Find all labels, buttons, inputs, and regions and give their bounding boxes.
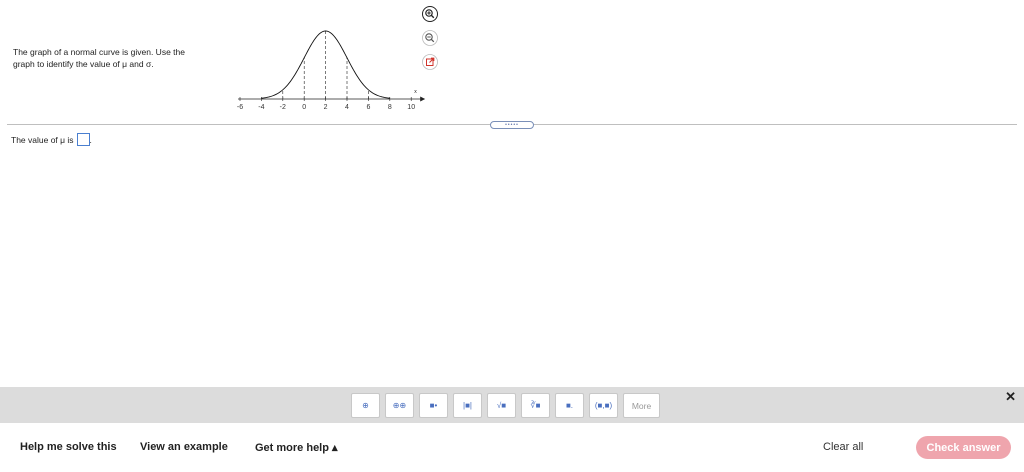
question-line-2: graph to identify the value of μ and σ. bbox=[13, 58, 154, 69]
x-tick-label: 4 bbox=[345, 104, 349, 111]
exponent-button[interactable]: ■• bbox=[419, 393, 448, 418]
get-more-help-link[interactable]: Get more help ▴ bbox=[255, 441, 338, 454]
normal-curve-graph: x -6 -4 -2 0 2 4 6 8 10 bbox=[237, 30, 426, 111]
x-tick-label: 8 bbox=[388, 104, 392, 111]
x-tick-label: -2 bbox=[280, 104, 286, 111]
answer-prefix: The value of μ is bbox=[11, 134, 74, 145]
mu-answer-input[interactable] bbox=[76, 133, 90, 146]
answer-row: The value of μ is . bbox=[11, 133, 92, 146]
decimal-button[interactable]: ■. bbox=[555, 393, 584, 418]
grip-dots-icon: ••••• bbox=[505, 121, 519, 128]
popout-icon bbox=[422, 54, 438, 70]
zoom-out-icon bbox=[422, 30, 438, 46]
question-text: The graph of a normal curve is given. Us… bbox=[13, 47, 213, 70]
ordered-pair-button[interactable]: (■,■) bbox=[589, 393, 618, 418]
x-axis-label: x bbox=[414, 89, 417, 95]
x-tick-label: -6 bbox=[237, 104, 243, 111]
answer-suffix: . bbox=[89, 134, 92, 145]
x-tick-label: 0 bbox=[302, 104, 306, 111]
check-answer-button[interactable]: Check answer bbox=[916, 436, 1011, 459]
square-root-button[interactable]: √■ bbox=[487, 393, 516, 418]
x-tick-label: 6 bbox=[366, 104, 370, 111]
math-palette: ⊕ ⊕⊕ ■• |■| √■ ∛■ ■. (■,■) More bbox=[351, 393, 660, 418]
x-tick-label: 10 bbox=[407, 104, 415, 111]
pane-resize-handle[interactable]: ••••• bbox=[490, 121, 534, 129]
more-button[interactable]: More bbox=[623, 393, 660, 418]
x-tick-label: 2 bbox=[324, 104, 328, 111]
absolute-value-button[interactable]: |■| bbox=[453, 393, 482, 418]
x-tick-label: -4 bbox=[258, 104, 264, 111]
close-icon[interactable]: ✕ bbox=[1005, 389, 1016, 405]
x-axis-arrow bbox=[420, 96, 426, 102]
question-line-1: The graph of a normal curve is given. Us… bbox=[13, 47, 185, 57]
zoom-in-icon bbox=[422, 6, 438, 22]
help-me-solve-link[interactable]: Help me solve this bbox=[20, 441, 117, 453]
zoom-in-button[interactable] bbox=[421, 5, 439, 23]
clear-all-button[interactable]: Clear all bbox=[823, 441, 863, 453]
fraction-button[interactable]: ⊕ bbox=[351, 393, 380, 418]
nth-root-button[interactable]: ∛■ bbox=[521, 393, 550, 418]
math-palette-bar: ⊕ ⊕⊕ ■• |■| √■ ∛■ ■. (■,■) More ✕ bbox=[0, 387, 1024, 423]
footer-bar: Help me solve this View an example Get m… bbox=[0, 423, 1024, 472]
mixed-number-button[interactable]: ⊕⊕ bbox=[385, 393, 414, 418]
view-example-link[interactable]: View an example bbox=[140, 441, 228, 453]
zoom-out-button[interactable] bbox=[421, 29, 439, 47]
popout-button[interactable] bbox=[421, 53, 439, 71]
graph-tools bbox=[421, 5, 443, 77]
